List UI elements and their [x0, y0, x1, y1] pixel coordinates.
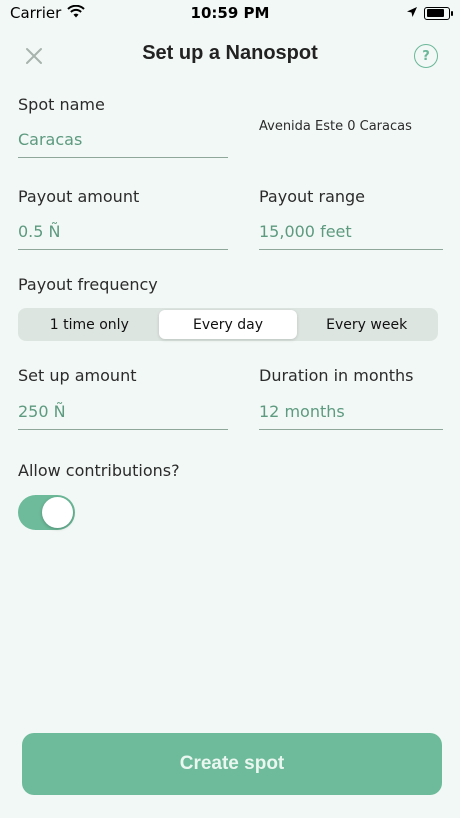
payout-amount-label: Payout amount: [18, 187, 140, 206]
payout-frequency-label: Payout frequency: [18, 275, 158, 294]
battery-icon: [424, 6, 453, 20]
frequency-option-once[interactable]: 1 time only: [20, 310, 159, 339]
status-left: Carrier: [10, 4, 86, 22]
setup-amount-input[interactable]: 250 Ñ: [18, 394, 228, 430]
frequency-option-daily[interactable]: Every day: [158, 310, 298, 339]
create-spot-button[interactable]: Create spot: [22, 733, 442, 795]
help-icon: ?: [422, 48, 430, 64]
duration-input[interactable]: 12 months: [259, 394, 443, 430]
status-right: [406, 4, 453, 22]
spot-name-value: Caracas: [18, 130, 83, 149]
payout-range-value: 15,000 feet: [259, 222, 352, 241]
setup-amount-label: Set up amount: [18, 366, 137, 385]
toggle-knob: [42, 497, 73, 528]
wifi-icon: [67, 4, 86, 22]
status-bar: Carrier 10:59 PM: [0, 0, 460, 26]
carrier-label: Carrier: [10, 4, 62, 22]
close-icon: [26, 48, 42, 64]
setup-amount-value: 250 Ñ: [18, 402, 66, 421]
payout-range-input[interactable]: 15,000 feet: [259, 214, 443, 250]
contributions-toggle[interactable]: [18, 495, 75, 530]
location-arrow-icon: [406, 4, 418, 22]
spot-name-label: Spot name: [18, 95, 105, 114]
help-button[interactable]: ?: [414, 44, 438, 68]
contributions-label: Allow contributions?: [18, 461, 180, 480]
header: Set up a Nanospot ?: [0, 38, 460, 74]
page-title: Set up a Nanospot: [142, 42, 318, 64]
payout-range-label: Payout range: [259, 187, 366, 206]
spot-name-input[interactable]: Caracas: [18, 122, 228, 158]
battery-fill: [426, 9, 445, 17]
payout-amount-value: 0.5 Ñ: [18, 222, 61, 241]
spot-address: Avenida Este 0 Caracas: [259, 119, 412, 134]
create-spot-label: Create spot: [179, 753, 285, 774]
duration-label: Duration in months: [259, 366, 414, 385]
duration-value: 12 months: [259, 402, 345, 421]
close-button[interactable]: [22, 44, 46, 68]
payout-frequency-selector: 1 time only Every day Every week: [18, 308, 438, 341]
frequency-option-weekly[interactable]: Every week: [297, 310, 436, 339]
payout-amount-input[interactable]: 0.5 Ñ: [18, 214, 228, 250]
